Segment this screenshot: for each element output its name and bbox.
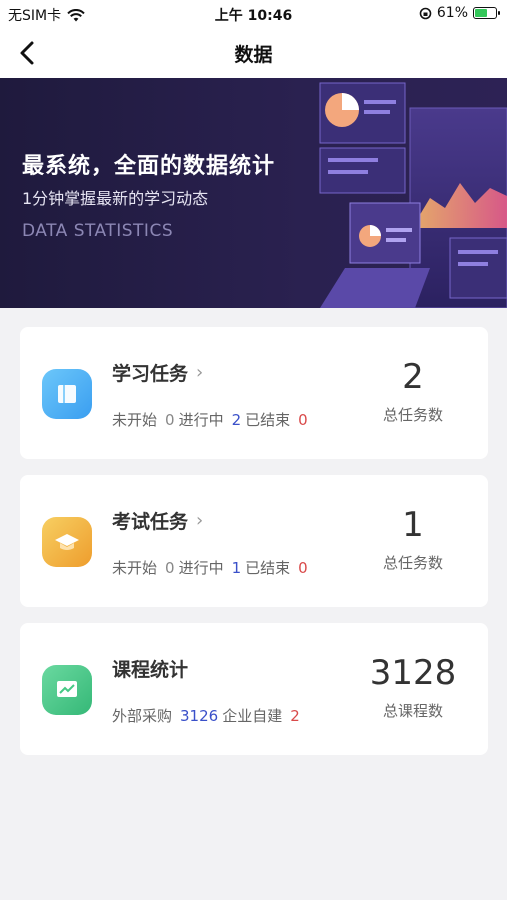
card-title: 课程统计 <box>112 659 189 681</box>
exam-task-card[interactable]: 考试任务 › 未开始 0 进行中 1 已结束 0 1 总任务数 <box>20 475 488 607</box>
exam-task-icon-bg <box>42 517 92 567</box>
chevron-right-icon: › <box>196 510 204 531</box>
banner-subtitle: 1分钟掌握最新的学习动态 <box>22 189 209 208</box>
course-stats-icon-bg <box>42 665 92 715</box>
card-stats: 外部采购 3126 企业自建 2 <box>112 705 300 726</box>
status-right: 61% <box>419 5 500 21</box>
card-title: 考试任务 <box>112 511 189 533</box>
page-title: 数据 <box>234 44 273 66</box>
banner: 最系统，全面的数据统计 1分钟掌握最新的学习动态 DATA STATISTICS <box>0 78 507 308</box>
card-total: 3128 总课程数 <box>358 653 468 721</box>
course-stats-title: 课程统计 <box>112 655 188 682</box>
total-value: 1 <box>402 505 424 545</box>
stat-value: 2 <box>231 411 242 429</box>
stat-value: 0 <box>165 411 175 429</box>
card-title: 学习任务 <box>112 363 189 385</box>
chart-board-icon <box>57 681 77 697</box>
battery-icon <box>473 7 500 19</box>
status-bar: 无SIM卡 上午 10:46 61% <box>0 0 507 28</box>
total-value: 3128 <box>369 653 457 693</box>
study-task-icon-bg <box>42 369 92 419</box>
battery-fill <box>475 9 487 17</box>
chevron-right-icon: › <box>196 362 204 383</box>
stat-value: 0 <box>165 559 175 577</box>
stat-label: 已结束 <box>245 411 291 429</box>
orientation-lock-icon <box>419 7 432 19</box>
total-label: 总课程数 <box>382 701 443 720</box>
card-total: 1 总任务数 <box>358 505 468 573</box>
stat-label: 进行中 <box>178 559 224 577</box>
stat-label: 已结束 <box>245 559 291 577</box>
stat-label: 企业自建 <box>222 707 283 725</box>
banner-english: DATA STATISTICS <box>22 221 174 241</box>
study-task-title-link[interactable]: 学习任务 › <box>112 359 203 386</box>
nav-bar: 数据 <box>0 28 507 78</box>
stat-value: 2 <box>290 707 300 725</box>
battery-percent: 61% <box>436 5 468 21</box>
stat-label: 未开始 <box>112 559 158 577</box>
total-label: 总任务数 <box>382 405 443 424</box>
stat-value: 0 <box>298 559 308 577</box>
card-stats: 未开始 0 进行中 1 已结束 0 <box>112 557 308 578</box>
stat-label: 未开始 <box>112 411 158 429</box>
exam-task-title-link[interactable]: 考试任务 › <box>112 507 203 534</box>
stat-value: 0 <box>298 411 308 429</box>
card-total: 2 总任务数 <box>358 357 468 425</box>
stat-label: 进行中 <box>178 411 224 429</box>
data-dashboard-illustration <box>319 82 507 308</box>
stat-value: 1 <box>231 559 242 577</box>
study-task-card[interactable]: 学习任务 › 未开始 0 进行中 2 已结束 0 2 总任务数 <box>20 327 488 459</box>
total-value: 2 <box>402 357 424 397</box>
banner-title: 最系统，全面的数据统计 <box>22 154 276 179</box>
stat-label: 外部采购 <box>112 707 173 725</box>
book-icon <box>58 385 76 403</box>
course-stats-card[interactable]: 课程统计 外部采购 3126 企业自建 2 3128 总课程数 <box>20 623 488 755</box>
stat-value: 3126 <box>180 707 219 725</box>
total-label: 总任务数 <box>382 553 443 572</box>
card-stats: 未开始 0 进行中 2 已结束 0 <box>112 409 308 430</box>
graduation-cap-icon <box>55 534 79 550</box>
